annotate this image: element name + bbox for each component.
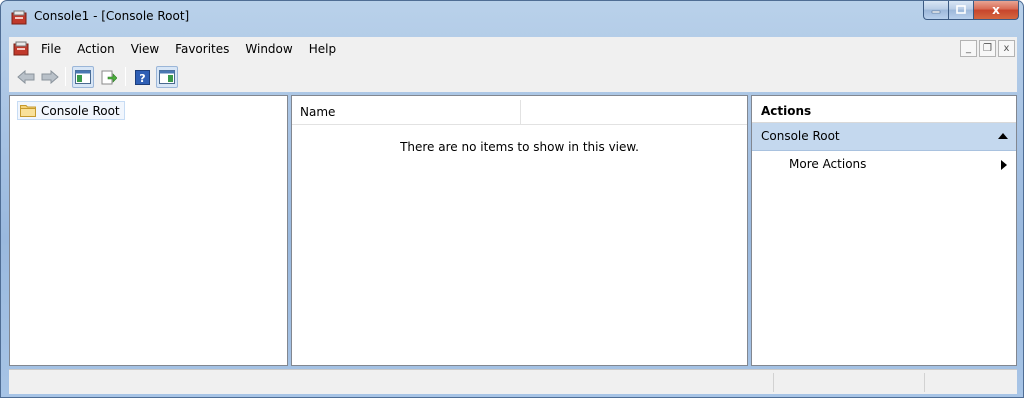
- toolbar: ?: [9, 61, 1017, 92]
- back-button[interactable]: [15, 66, 37, 88]
- action-more-actions[interactable]: More Actions: [752, 153, 1016, 175]
- menu-view[interactable]: View: [123, 37, 167, 61]
- export-list-button[interactable]: [98, 66, 120, 88]
- close-button[interactable]: x: [974, 1, 1019, 20]
- results-pane[interactable]: Name There are no items to show in this …: [291, 95, 748, 366]
- forward-arrow-icon: [41, 70, 59, 84]
- title-bar[interactable]: Console1 - [Console Root] x: [1, 1, 1023, 35]
- help-icon: ?: [134, 69, 150, 85]
- help-button[interactable]: ?: [131, 66, 153, 88]
- status-bar: [9, 369, 1017, 394]
- folder-icon: [20, 105, 36, 117]
- submenu-arrow-icon: [1001, 160, 1007, 170]
- back-arrow-icon: [17, 70, 35, 84]
- console-tree-pane[interactable]: Console Root: [9, 95, 288, 366]
- column-header-empty[interactable]: [521, 100, 746, 125]
- caption-buttons: x: [923, 1, 1019, 20]
- mdi-close-button[interactable]: x: [998, 40, 1015, 57]
- menu-bar: File Action View Favorites Window Help _…: [9, 37, 1017, 61]
- actions-section-console-root[interactable]: Console Root: [752, 123, 1016, 151]
- minimize-button[interactable]: [923, 1, 949, 20]
- window-title: Console1 - [Console Root]: [34, 9, 190, 23]
- more-actions-label: More Actions: [789, 157, 867, 171]
- tree-node-console-root[interactable]: Console Root: [17, 101, 125, 120]
- close-icon: x: [992, 3, 1000, 17]
- status-bar-divider: [773, 373, 774, 392]
- system-menu-icon[interactable]: [13, 41, 29, 56]
- tree-node-label: Console Root: [41, 103, 120, 118]
- maximize-button[interactable]: [949, 1, 974, 20]
- show-hide-tree-button[interactable]: [72, 66, 94, 88]
- minimize-icon: [924, 1, 948, 19]
- svg-text:?: ?: [139, 72, 145, 85]
- toolbar-separator-2: [125, 67, 126, 86]
- toolbar-separator: [65, 67, 66, 86]
- window-frame: Console1 - [Console Root] x File Action …: [0, 0, 1024, 398]
- mdi-restore-button[interactable]: ❐: [979, 40, 996, 57]
- empty-list-message: There are no items to show in this view.: [400, 140, 639, 154]
- forward-button[interactable]: [39, 66, 61, 88]
- menu-file[interactable]: File: [33, 37, 69, 61]
- actions-pane-title: Actions: [752, 100, 1016, 123]
- export-list-icon: [101, 70, 117, 84]
- show-hide-action-pane-icon: [159, 70, 175, 84]
- maximize-icon: [949, 1, 973, 19]
- status-bar-divider-2: [924, 373, 925, 392]
- menu-window[interactable]: Window: [237, 37, 300, 61]
- menu-favorites[interactable]: Favorites: [167, 37, 237, 61]
- list-header: Name: [292, 100, 747, 125]
- actions-pane: Actions Console Root More Actions: [751, 95, 1017, 366]
- mmc-console-icon: [11, 10, 27, 25]
- mdi-minimize-button[interactable]: _: [960, 40, 977, 57]
- show-hide-console-tree-icon: [75, 70, 91, 84]
- mdi-buttons: _ ❐ x: [960, 40, 1015, 57]
- column-header-name[interactable]: Name: [292, 100, 521, 125]
- menu-help[interactable]: Help: [301, 37, 344, 61]
- menu-action[interactable]: Action: [69, 37, 123, 61]
- collapse-arrow-icon[interactable]: [998, 133, 1008, 139]
- show-hide-action-pane-button[interactable]: [156, 66, 178, 88]
- actions-section-label: Console Root: [761, 129, 840, 143]
